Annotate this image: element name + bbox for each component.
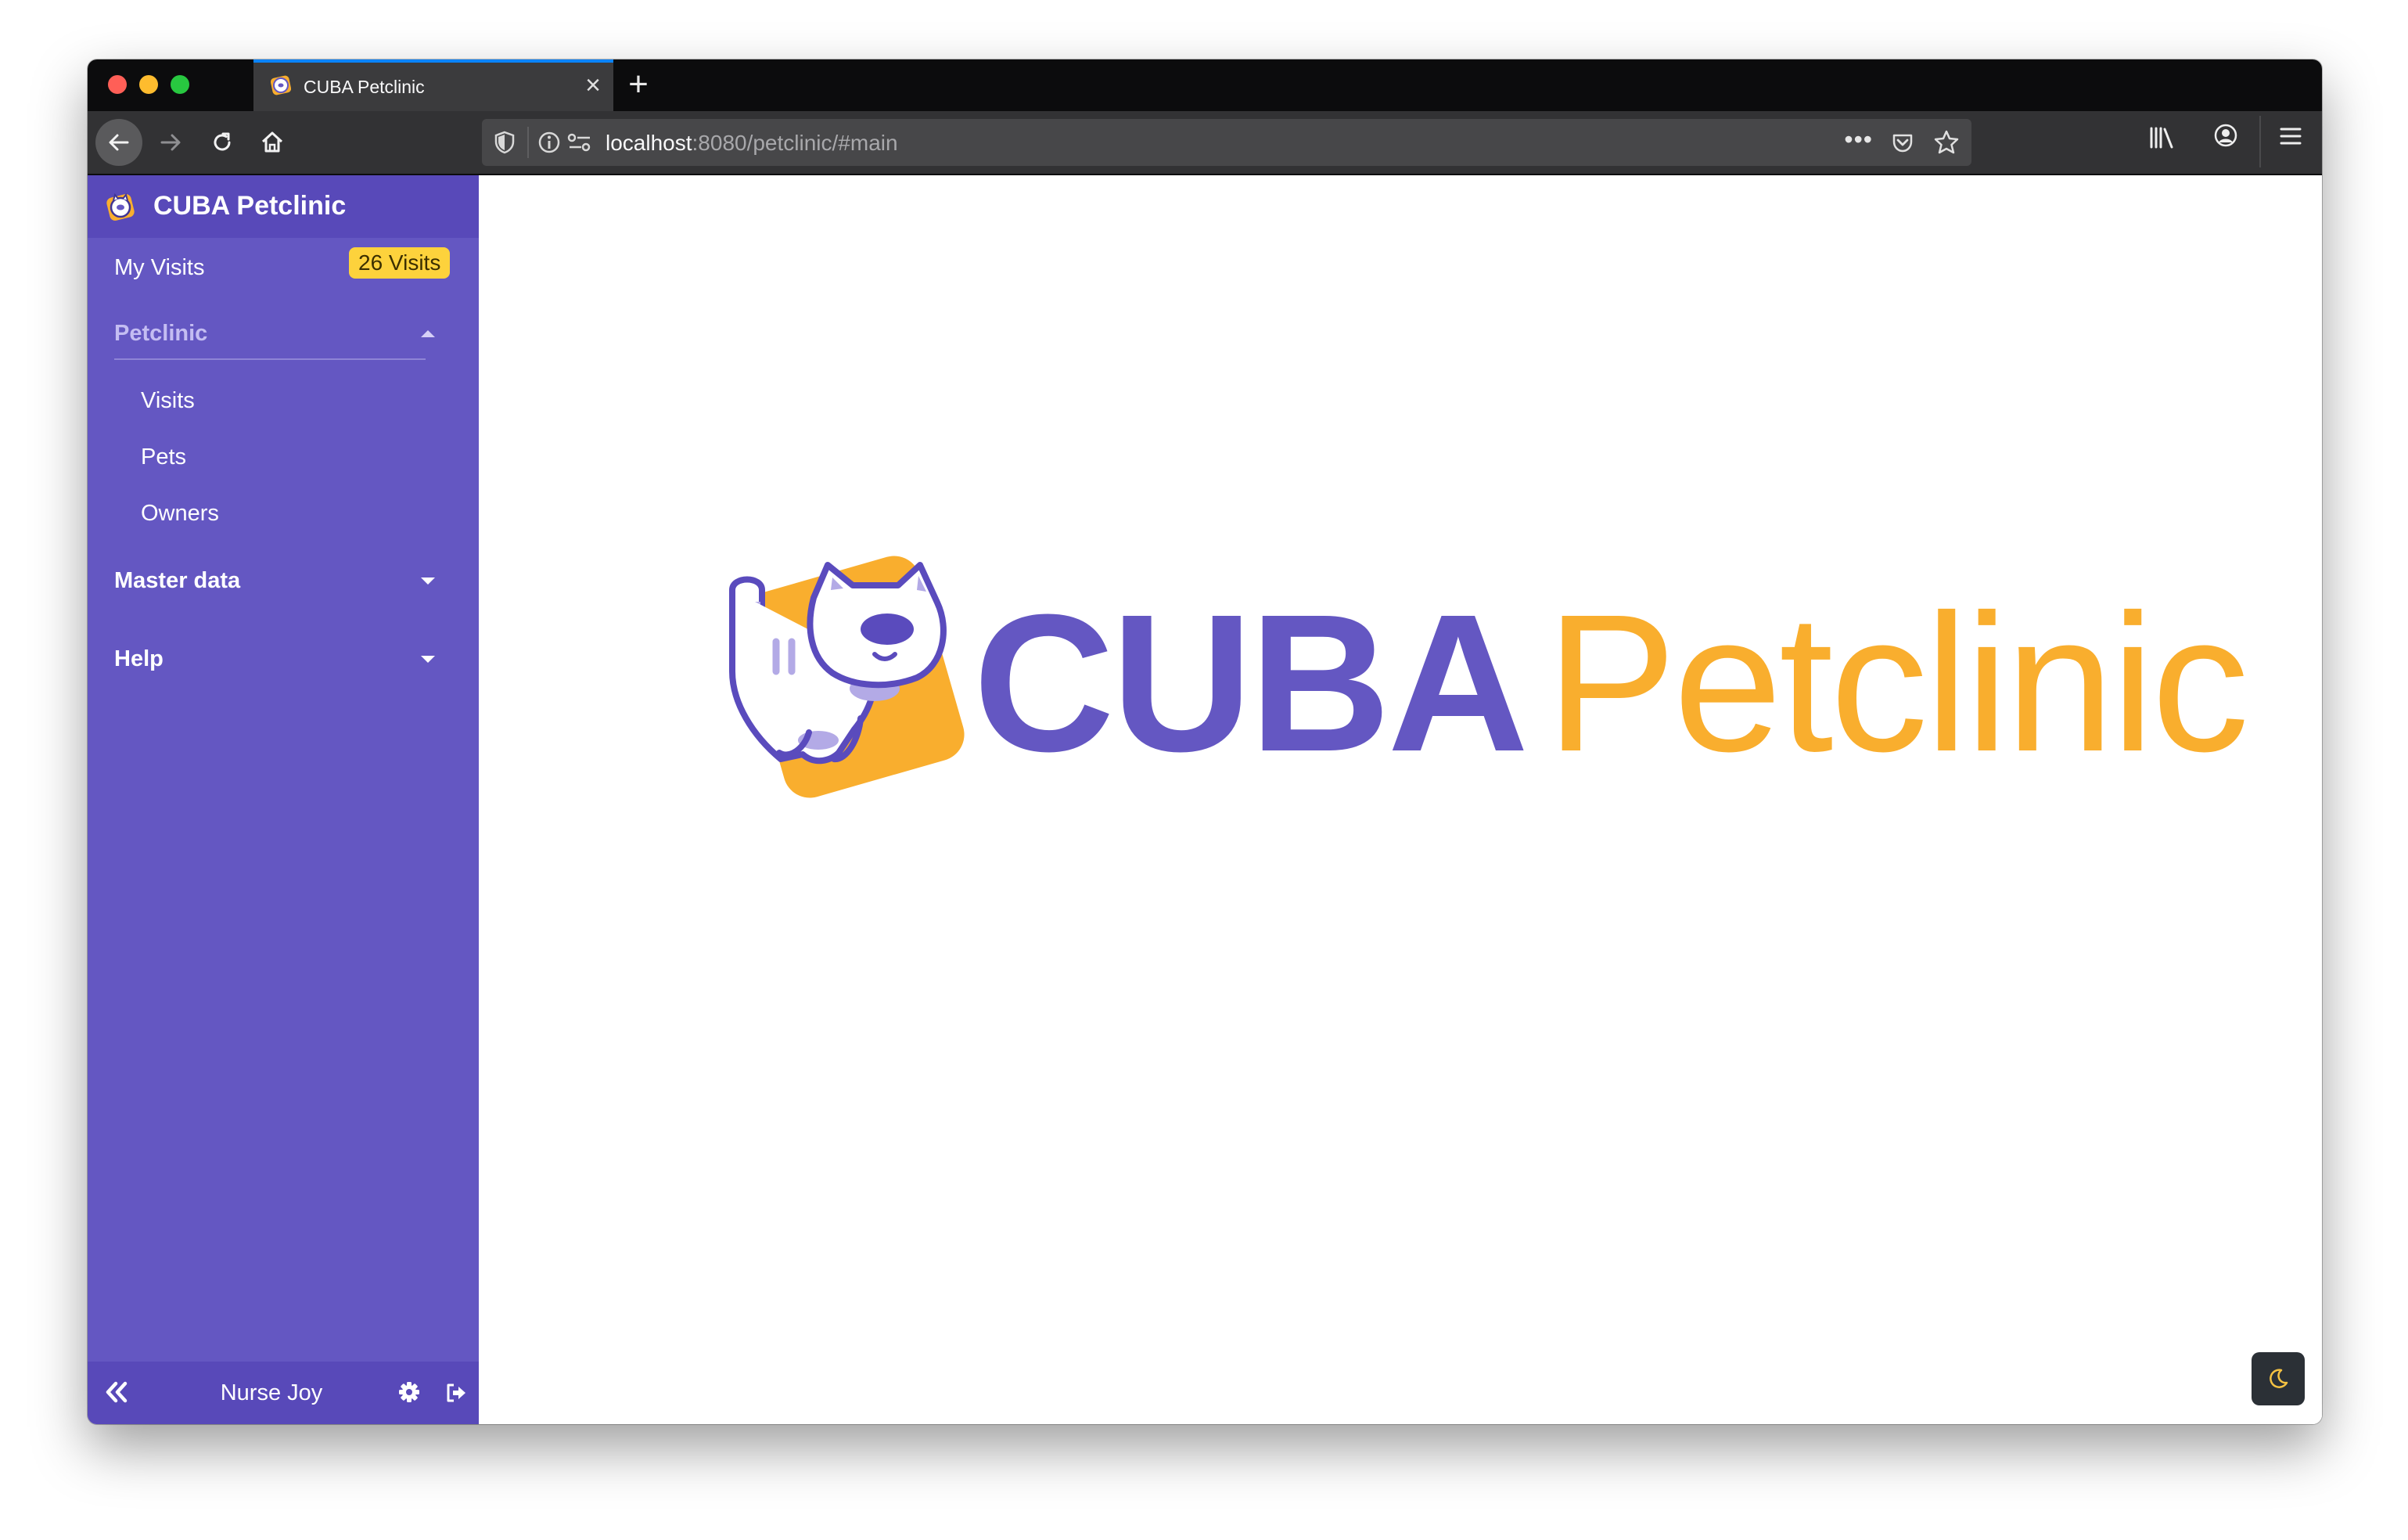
info-icon[interactable]	[537, 130, 562, 155]
forward-icon	[160, 134, 181, 151]
application: CUBA Petclinic My Visits 26 Visits Petcl…	[88, 175, 2322, 1424]
logout-icon[interactable]	[444, 1382, 468, 1404]
sidebar-group-label: Master data	[114, 568, 241, 593]
petclinic-logo-icon	[106, 192, 135, 221]
navigation-toolbar: localhost:8080/petclinic/#main •••	[88, 111, 2322, 175]
zoom-window-button[interactable]	[171, 75, 189, 94]
account-icon[interactable]	[2212, 122, 2239, 149]
sidebar-item-pets[interactable]: Pets	[141, 444, 186, 470]
chevron-down-icon	[421, 656, 435, 663]
urlbar-separator	[527, 127, 529, 158]
back-icon	[109, 134, 129, 151]
cat-mascot-icon	[729, 556, 965, 798]
url-bar[interactable]: localhost:8080/petclinic/#main •••	[482, 119, 1971, 166]
browser-tab-active[interactable]: CUBA Petclinic ×	[253, 59, 613, 111]
petclinic-favicon-icon	[270, 75, 292, 95]
tab-strip: CUBA Petclinic × +	[88, 59, 2322, 111]
minimize-window-button[interactable]	[139, 75, 158, 94]
hamburger-menu-icon[interactable]	[2278, 125, 2303, 147]
sidebar-group-divider	[114, 358, 426, 360]
sidebar-group-master-data[interactable]: Master data	[114, 568, 435, 594]
chevron-up-icon	[421, 330, 435, 337]
url-host: localhost	[606, 131, 692, 155]
logo-word-cuba: CUBA	[973, 574, 1529, 792]
logo-wordmark: CUBA Petclinic	[973, 585, 2249, 781]
forward-button[interactable]	[147, 119, 194, 166]
side-menu: CUBA Petclinic My Visits 26 Visits Petcl…	[88, 175, 479, 1424]
library-icon[interactable]	[2148, 125, 2176, 150]
sidebar-group-petclinic[interactable]: Petclinic	[114, 321, 435, 347]
gear-icon[interactable]	[397, 1380, 421, 1404]
permissions-icon[interactable]	[566, 131, 593, 153]
sidebar-group-label: Petclinic	[114, 321, 208, 346]
visits-count-badge[interactable]: 26 Visits	[349, 247, 451, 279]
sidebar-item-my-visits[interactable]: My Visits	[114, 255, 204, 281]
chevron-down-icon	[421, 578, 435, 585]
sidebar-group-label: Help	[114, 646, 164, 671]
home-button[interactable]	[249, 119, 296, 166]
close-window-button[interactable]	[108, 75, 127, 94]
main-content: CUBA Petclinic	[479, 175, 2322, 1424]
reload-button[interactable]	[199, 119, 246, 166]
reload-icon	[214, 132, 231, 151]
tab-close-icon[interactable]: ×	[585, 72, 601, 99]
toolbar-separator	[2259, 116, 2261, 167]
moon-icon	[2270, 1369, 2288, 1388]
sidebar-header: CUBA Petclinic	[88, 175, 479, 238]
theme-toggle-button[interactable]	[2252, 1352, 2305, 1405]
new-tab-button[interactable]: +	[616, 64, 660, 108]
sidebar-footer: Nurse Joy	[88, 1362, 479, 1424]
sidebar-item-visits[interactable]: Visits	[141, 388, 195, 414]
star-icon[interactable]	[1932, 128, 1961, 157]
url-text[interactable]: localhost:8080/petclinic/#main	[606, 131, 898, 156]
pocket-icon[interactable]	[1890, 130, 1915, 155]
page-actions-menu-icon[interactable]: •••	[1844, 125, 1873, 154]
home-icon	[261, 131, 283, 153]
url-path: :8080/petclinic/#main	[692, 131, 898, 155]
sidebar-group-help[interactable]: Help	[114, 646, 435, 672]
tab-title: CUBA Petclinic	[304, 77, 425, 97]
app-title: CUBA Petclinic	[153, 191, 347, 221]
back-button[interactable]	[95, 119, 142, 166]
logo-word-petclinic: Petclinic	[1546, 574, 2249, 792]
welcome-logo: CUBA Petclinic	[721, 554, 2249, 804]
browser-window: CUBA Petclinic × + localhost:8080/petcli…	[88, 59, 2322, 1424]
sidebar-item-owners[interactable]: Owners	[141, 501, 219, 527]
shield-icon[interactable]	[493, 130, 516, 155]
